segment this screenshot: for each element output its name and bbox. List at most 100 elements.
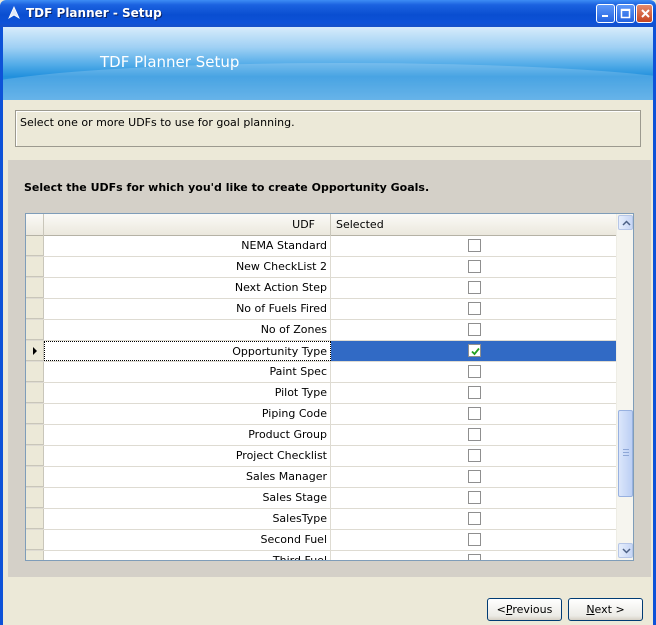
row-selector-header[interactable] [26,214,44,236]
table-row[interactable]: Next Action Step [26,278,617,299]
selected-cell[interactable] [331,383,617,403]
selected-checkbox[interactable] [468,365,481,378]
row-selector[interactable] [26,236,44,256]
selected-cell[interactable] [331,425,617,445]
udf-name-cell[interactable]: Product Group [44,425,331,445]
table-row[interactable]: No of Fuels Fired [26,299,617,320]
table-row[interactable]: Pilot Type [26,383,617,404]
udf-name-cell[interactable]: Third Fuel [44,551,331,560]
selected-cell[interactable] [331,278,617,298]
table-row[interactable]: New CheckList 2 [26,257,617,278]
column-header-udf[interactable]: UDF [44,214,331,236]
selected-checkbox[interactable] [468,491,481,504]
panel-heading: Select the UDFs for which you'd like to … [24,181,430,194]
selected-checkbox[interactable] [468,386,481,399]
udf-panel: Select the UDFs for which you'd like to … [8,160,651,577]
table-row[interactable]: Second Fuel [26,530,617,551]
row-selector[interactable] [26,278,44,298]
row-selector[interactable] [26,446,44,466]
udf-name-cell[interactable]: Pilot Type [44,383,331,403]
vertical-scrollbar[interactable] [616,214,633,560]
row-selector[interactable] [26,320,44,340]
close-button[interactable] [636,4,653,23]
selected-checkbox[interactable] [468,428,481,441]
maximize-button[interactable] [616,4,635,23]
selected-cell[interactable] [331,446,617,466]
window-title: TDF Planner - Setup [26,6,162,20]
row-selector[interactable] [26,551,44,560]
selected-checkbox[interactable] [468,239,481,252]
udf-name-cell[interactable]: Opportunity Type [44,341,331,361]
selected-cell[interactable] [331,551,617,560]
table-row[interactable]: Opportunity Type [26,341,617,362]
udf-name-cell[interactable]: Sales Manager [44,467,331,487]
udf-grid[interactable]: UDF Selected NEMA Standard New CheckList … [25,213,634,561]
table-row[interactable]: Project Checklist [26,446,617,467]
udf-name-cell[interactable]: No of Fuels Fired [44,299,331,319]
row-selector[interactable] [26,488,44,508]
table-row[interactable]: Product Group [26,425,617,446]
selected-cell[interactable] [331,404,617,424]
selected-checkbox[interactable] [468,470,481,483]
selected-cell[interactable] [331,320,617,340]
selected-cell[interactable] [331,299,617,319]
table-row[interactable]: Sales Stage [26,488,617,509]
row-selector[interactable] [26,383,44,403]
selected-cell[interactable] [331,467,617,487]
minimize-button[interactable] [596,4,615,23]
selected-cell[interactable] [331,257,617,277]
table-row[interactable]: Third Fuel [26,551,617,560]
row-selector[interactable] [26,257,44,277]
current-row-arrow-icon [33,347,37,355]
selected-cell[interactable] [331,236,617,256]
selected-checkbox[interactable] [468,554,481,560]
udf-name-cell[interactable]: Next Action Step [44,278,331,298]
udf-name-cell[interactable]: Paint Spec [44,362,331,382]
udf-name-cell[interactable]: Second Fuel [44,530,331,550]
selected-checkbox[interactable] [468,407,481,420]
udf-name-cell[interactable]: Piping Code [44,404,331,424]
selected-checkbox[interactable] [468,302,481,315]
row-selector[interactable] [26,341,44,361]
selected-checkbox[interactable] [468,449,481,462]
previous-button[interactable]: <Previous [487,598,562,621]
selected-checkbox[interactable] [468,344,481,357]
table-row[interactable]: Paint Spec [26,362,617,383]
title-bar[interactable]: TDF Planner - Setup [0,0,656,27]
udf-name-cell[interactable]: Sales Stage [44,488,331,508]
udf-name-cell[interactable]: No of Zones [44,320,331,340]
udf-name-cell[interactable]: NEMA Standard [44,236,331,256]
row-selector[interactable] [26,362,44,382]
udf-name-cell[interactable]: SalesType [44,509,331,529]
row-selector[interactable] [26,404,44,424]
row-selector[interactable] [26,509,44,529]
table-row[interactable]: NEMA Standard [26,236,617,257]
selected-cell[interactable] [331,509,617,529]
scroll-thumb[interactable] [618,410,633,497]
row-selector[interactable] [26,530,44,550]
scroll-up-button[interactable] [618,215,633,230]
next-button[interactable]: Next > [568,598,643,621]
selected-cell[interactable] [331,362,617,382]
udf-name-cell[interactable]: Project Checklist [44,446,331,466]
selected-cell[interactable] [331,530,617,550]
table-row[interactable]: No of Zones [26,320,617,341]
table-row[interactable]: SalesType [26,509,617,530]
selected-checkbox[interactable] [468,323,481,336]
scroll-down-button[interactable] [618,543,633,558]
table-row[interactable]: Piping Code [26,404,617,425]
row-selector[interactable] [26,425,44,445]
row-selector[interactable] [26,467,44,487]
selected-checkbox[interactable] [468,533,481,546]
selected-checkbox[interactable] [468,260,481,273]
row-selector[interactable] [26,299,44,319]
udf-name-cell[interactable]: New CheckList 2 [44,257,331,277]
previous-label-rest: revious [512,603,553,616]
selected-cell[interactable] [331,341,617,361]
selected-checkbox[interactable] [468,281,481,294]
selected-cell[interactable] [331,488,617,508]
selected-checkbox[interactable] [468,512,481,525]
column-header-selected[interactable]: Selected [331,214,617,236]
previous-prefix: < [496,603,506,616]
table-row[interactable]: Sales Manager [26,467,617,488]
